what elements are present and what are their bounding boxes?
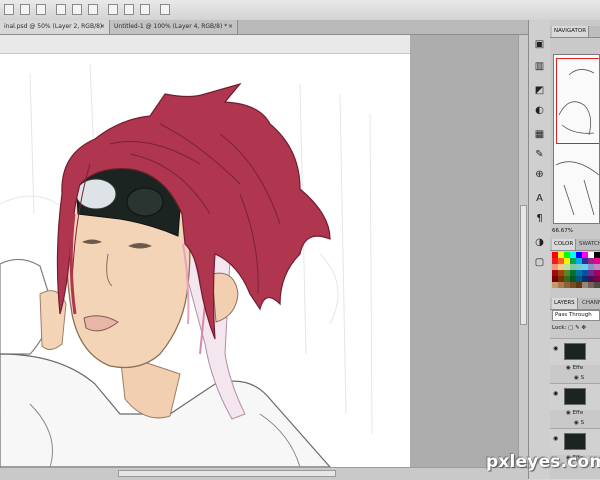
layer-row[interactable]: ◉ <box>550 338 600 365</box>
tab-final-psd[interactable]: inal.psd @ 50% (Layer 2, RGB/8) × <box>0 20 110 34</box>
effects-row[interactable]: ◉ Effe <box>566 408 583 418</box>
clone-source-icon[interactable]: ⊕ <box>533 168 546 181</box>
auto-align-icon[interactable] <box>160 4 170 15</box>
tab-navigator[interactable]: NAVIGATOR <box>552 26 590 37</box>
effect-label: S <box>580 375 585 381</box>
distribute-bottom-icon[interactable] <box>88 4 98 15</box>
adjustments-icon[interactable]: ▢ <box>533 256 546 269</box>
layer-row[interactable]: ◉ <box>550 428 600 455</box>
masks-icon[interactable]: ◑ <box>533 236 546 249</box>
right-panels: NAVIGATOR 66.67% COLOR SWATCH LAYERS CHA… <box>550 20 600 479</box>
navigator-zoom[interactable]: 66.67% <box>552 228 573 234</box>
canvas[interactable] <box>0 54 410 467</box>
effects-label: Effe <box>572 365 584 371</box>
tab-channels[interactable]: CHANN <box>580 298 600 309</box>
visibility-eye-icon[interactable]: ◉ <box>574 420 579 426</box>
effect-stroke-row[interactable]: ◉ S <box>574 418 584 428</box>
effects-label: Effe <box>572 410 584 416</box>
effect-stroke-row[interactable]: ◉ S <box>574 373 584 383</box>
layer-thumbnail <box>564 433 586 450</box>
close-icon[interactable]: × <box>100 20 105 34</box>
eye-icon[interactable]: ◉ <box>553 390 558 397</box>
watermark-logo: pxleyes.com <box>486 452 600 472</box>
navigator-header: NAVIGATOR <box>550 26 600 38</box>
tab-color[interactable]: COLOR <box>552 239 577 250</box>
info-icon[interactable]: ◩ <box>533 84 546 97</box>
layer-thumbnail <box>564 388 586 405</box>
swatch-grid[interactable] <box>552 252 600 302</box>
distribute-center-icon[interactable] <box>124 4 134 15</box>
distribute-middle-icon[interactable] <box>72 4 82 15</box>
document-tabs: inal.psd @ 50% (Layer 2, RGB/8) × Untitl… <box>0 20 528 35</box>
distribute-top-icon[interactable] <box>56 4 66 15</box>
close-icon[interactable]: × <box>228 20 233 34</box>
tab-label: inal.psd @ 50% (Layer 2, RGB/8) <box>4 23 103 30</box>
options-bar <box>0 0 600 21</box>
color-header: COLOR SWATCH <box>550 239 600 251</box>
horizontal-scrollbar[interactable] <box>0 467 528 480</box>
lock-brush-icon[interactable]: ✎ <box>575 325 580 331</box>
panel-icon-strip: ▣ ▥ ◩ ◐ ▦ ✎ ⊕ A ¶ ◑ ▢ <box>528 20 552 479</box>
distribute-right-icon[interactable] <box>140 4 150 15</box>
navigator-panel-icon[interactable]: ▣ <box>533 38 546 51</box>
lock-label: Lock: <box>552 325 567 331</box>
blend-mode-select[interactable]: Pass Through <box>552 310 600 321</box>
paragraph-icon[interactable]: ¶ <box>533 212 546 225</box>
layer-row[interactable]: ◉ <box>550 383 600 410</box>
horizontal-scroll-thumb[interactable] <box>118 470 336 477</box>
tab-swatches[interactable]: SWATCH <box>577 239 600 250</box>
visibility-eye-icon[interactable]: ◉ <box>574 375 579 381</box>
histogram-icon[interactable]: ▥ <box>533 60 546 73</box>
eye-icon[interactable]: ◉ <box>553 345 558 352</box>
swatches-icon[interactable]: ▦ <box>533 128 546 141</box>
lock-transparent-icon[interactable]: ▢ <box>568 325 573 331</box>
canvas-top-margin <box>0 35 410 54</box>
distribute-left-icon[interactable] <box>108 4 118 15</box>
layer-thumbnail <box>564 343 586 360</box>
tab-untitled-1[interactable]: Untitled-1 @ 100% (Layer 4, RGB/8) * × <box>110 20 238 34</box>
effects-row[interactable]: ◉ Effe <box>566 363 583 373</box>
lock-row: Lock: ▢ ✎ ✥ <box>552 325 586 331</box>
effect-label: S <box>580 420 585 426</box>
align-left-icon[interactable] <box>4 4 14 15</box>
artwork-illustration <box>0 63 373 467</box>
tab-layers[interactable]: LAYERS <box>552 298 578 309</box>
character-icon[interactable]: A <box>533 192 546 205</box>
layers-header: LAYERS CHANN <box>550 298 600 310</box>
navigator-view-rect[interactable] <box>556 58 599 144</box>
brushes-icon[interactable]: ✎ <box>533 148 546 161</box>
visibility-eye-icon[interactable]: ◉ <box>566 410 571 416</box>
align-right-icon[interactable] <box>36 4 46 15</box>
tab-label: Untitled-1 @ 100% (Layer 4, RGB/8) * <box>114 23 228 30</box>
lock-position-icon[interactable]: ✥ <box>581 325 586 331</box>
align-center-icon[interactable] <box>20 4 30 15</box>
navigator-preview[interactable] <box>553 54 600 224</box>
eye-icon[interactable]: ◉ <box>553 435 558 442</box>
visibility-eye-icon[interactable]: ◉ <box>566 365 571 371</box>
color-icon[interactable]: ◐ <box>533 104 546 117</box>
vertical-scroll-thumb[interactable] <box>520 205 527 325</box>
